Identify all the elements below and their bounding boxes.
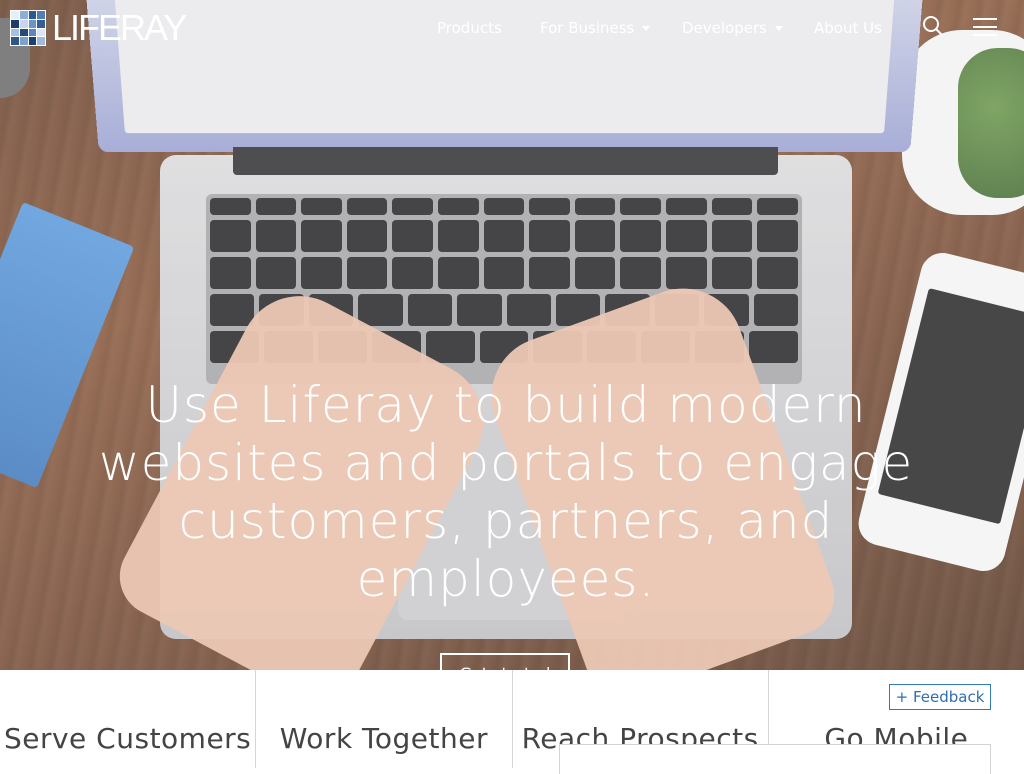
feedback-button[interactable]: + Feedback	[889, 684, 991, 710]
hamburger-menu-icon[interactable]	[973, 18, 997, 36]
bottom-item-serve-customers[interactable]: Serve Customers	[0, 670, 257, 768]
nav-label: Products	[437, 19, 502, 37]
bottom-item-label: Work Together	[279, 722, 488, 755]
hero-section: LIFERAY Products For Business Developers…	[0, 0, 1024, 670]
nav-label: Developers	[682, 19, 767, 37]
nav-label: About Us	[814, 19, 882, 37]
feedback-panel	[559, 744, 991, 774]
search-icon[interactable]	[922, 15, 944, 37]
nav-item-products[interactable]: Products	[437, 18, 502, 38]
bottom-item-label: Serve Customers	[3, 722, 252, 755]
nav-item-developers[interactable]: Developers	[682, 18, 783, 38]
main-nav: Products For Business Developers About U…	[0, 18, 1024, 40]
caret-down-icon	[774, 26, 783, 31]
nav-item-about-us[interactable]: About Us	[814, 18, 882, 38]
caret-down-icon	[642, 26, 651, 31]
nav-label: For Business	[540, 19, 635, 37]
hero-headline: Use Liferay to build modern websites and…	[98, 376, 914, 608]
nav-item-for-business[interactable]: For Business	[540, 18, 651, 38]
bottom-item-work-together[interactable]: Work Together	[256, 670, 513, 768]
